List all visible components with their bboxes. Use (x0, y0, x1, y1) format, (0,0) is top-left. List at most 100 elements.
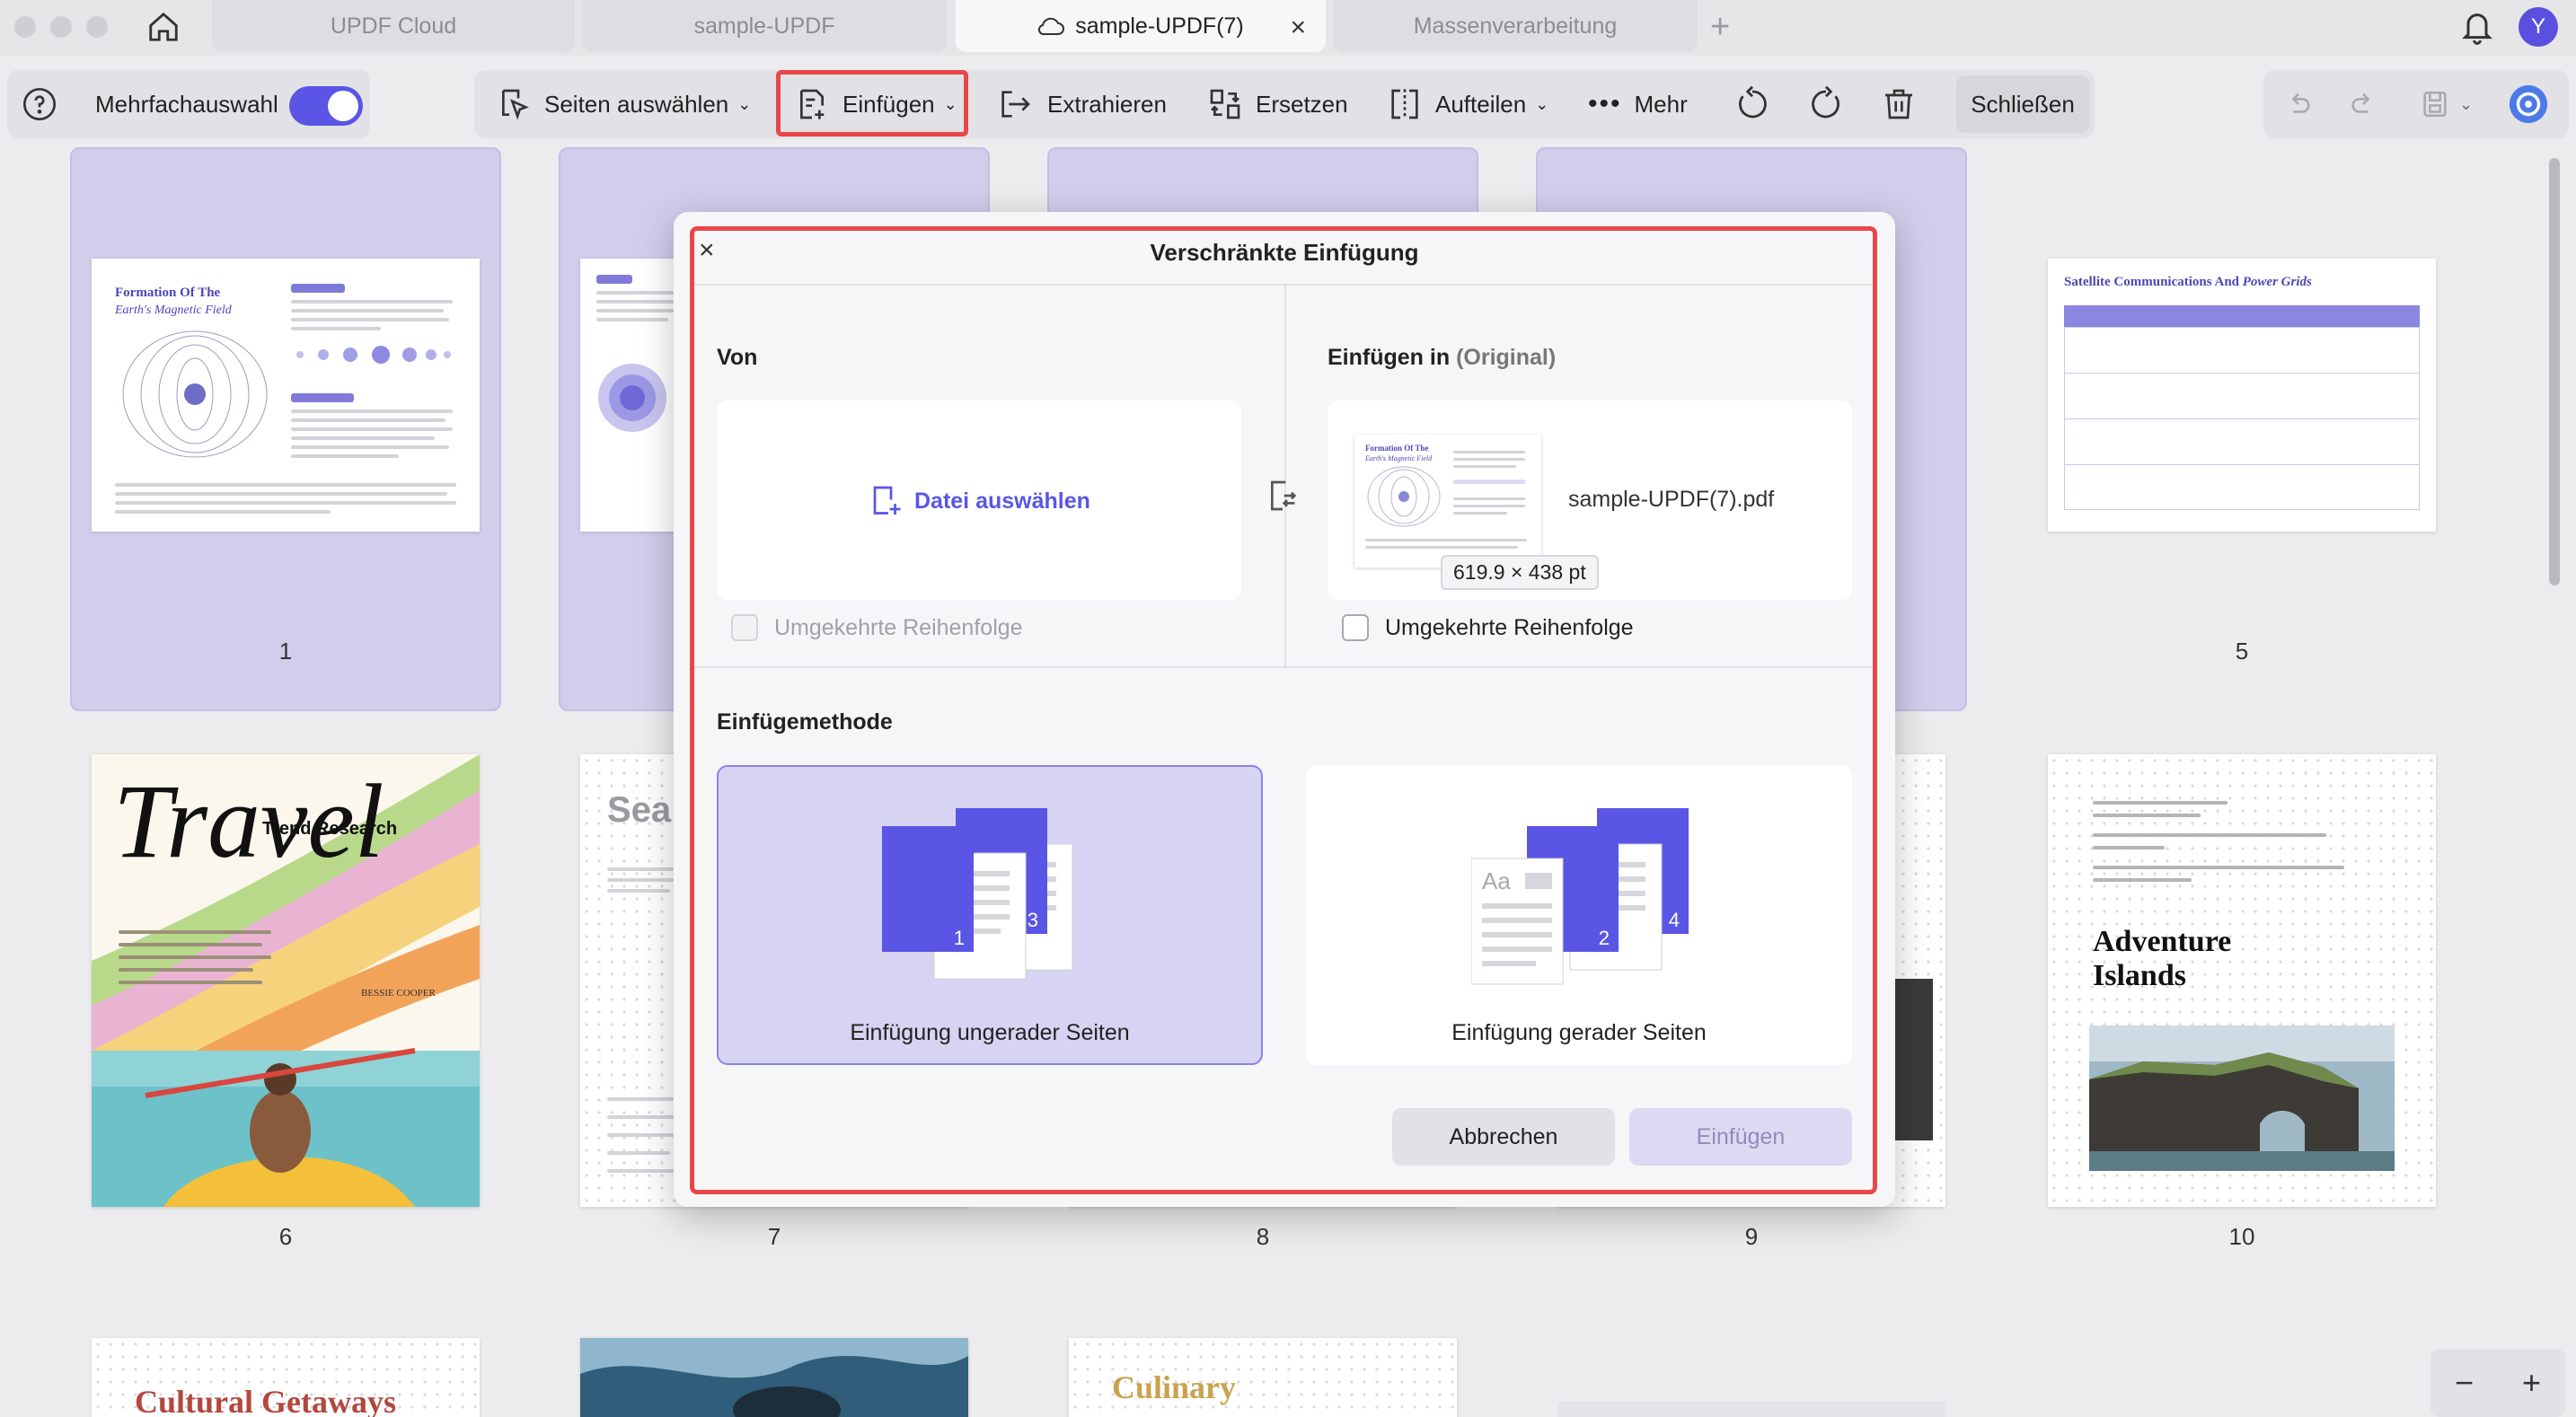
page-thumbnail-6[interactable]: Travel Trend Research BESSIE COOPER (92, 754, 480, 1207)
extract-icon (1001, 91, 1030, 118)
title-bar: UPDF Cloud sample-UPDF sample-UPDF(7) × … (0, 0, 2576, 56)
odd-pages-label: Einfügung ungerader Seiten (850, 1020, 1130, 1045)
page-number-8: 8 (1256, 1223, 1270, 1250)
source-file-dropzone[interactable]: Datei auswählen (717, 400, 1241, 600)
zoom-in-icon[interactable]: + (2522, 1364, 2541, 1402)
page-11-title: Cultural Getaways (135, 1384, 396, 1417)
window-zoom-dot[interactable] (86, 16, 108, 38)
extract-button[interactable]: Extrahieren (995, 70, 1167, 138)
page-thumbnail-1[interactable]: Formation Of The Earth's Magnetic Field (92, 259, 480, 532)
even-pages-illustration: 4 2 Aa (1471, 808, 1689, 985)
confirm-insert-button[interactable]: Einfügen (1629, 1108, 1852, 1166)
even-pages-label: Einfügung gerader Seiten (1451, 1020, 1707, 1045)
chevron-down-icon: ⌄ (737, 94, 752, 113)
window-close-dot[interactable] (14, 16, 36, 38)
tab-label: UPDF Cloud (330, 13, 457, 39)
choose-file-label: Datei auswählen (914, 488, 1090, 514)
undo-icon[interactable] (2283, 70, 2314, 138)
page-number-6: 6 (278, 1223, 293, 1250)
trash-icon[interactable] (1881, 70, 1917, 138)
cloud-icon (1037, 16, 1065, 36)
rotate-left-icon[interactable] (1734, 70, 1771, 138)
tab-sample-updf-7[interactable]: sample-UPDF(7) × (956, 0, 1326, 52)
select-pages-button[interactable]: Seiten auswählen ⌄ (496, 70, 751, 138)
page-10-title: Adventure Islands (2093, 925, 2232, 992)
new-tab-icon[interactable]: + (1710, 7, 1730, 47)
chevron-down-icon: ⌄ (2459, 94, 2474, 113)
even-page-digit-4: 4 (1669, 909, 1680, 931)
choose-file-button[interactable]: Datei auswählen (869, 483, 1090, 519)
page-thumbnail-5[interactable]: Satellite Communications And Power Grids (2048, 259, 2436, 532)
cancel-label: Abbrechen (1449, 1123, 1558, 1149)
multi-select-toggle[interactable] (289, 86, 363, 126)
odd-page-digit-1: 1 (954, 927, 965, 949)
ai-assistant-icon[interactable] (2508, 70, 2549, 138)
page-1-subtitle: Earth's Magnetic Field (115, 304, 232, 317)
page-thumbnail-12[interactable] (580, 1338, 968, 1417)
save-icon[interactable]: ⌄ (2420, 70, 2473, 138)
target-file-thumbnail: Formation Of The Earth's Magnetic Field (1354, 435, 1541, 568)
multi-select-label: Mehrfachauswahl (95, 90, 278, 118)
dialog-title: Verschränkte Einfügung (1150, 239, 1419, 266)
avatar[interactable]: Y (2519, 7, 2558, 47)
thumbnail-title: Formation Of The (1365, 444, 1429, 453)
close-mode-button[interactable]: Schließen (1956, 75, 2089, 133)
home-icon[interactable] (144, 7, 183, 47)
source-reverse-order-checkbox[interactable]: Umgekehrte Reihenfolge (731, 614, 1023, 641)
page-1-title: Formation Of The (115, 286, 221, 300)
island-arch-photo (2089, 1025, 2395, 1171)
checkbox-label: Umgekehrte Reihenfolge (1385, 614, 1634, 640)
split-button[interactable]: Aufteilen ⌄ (1387, 70, 1548, 138)
tab-label: sample-UPDF(7) (1075, 13, 1244, 39)
thumbnail-subtitle: Earth's Magnetic Field (1365, 454, 1433, 462)
page-thumbnail-11[interactable]: Cultural Getaways (92, 1338, 480, 1417)
split-label: Aufteilen (1435, 90, 1527, 118)
toggle-knob (328, 91, 358, 121)
cancel-button[interactable]: Abbrechen (1392, 1108, 1615, 1166)
more-label: Mehr (1634, 90, 1688, 118)
page-6-badge: Trend Research (262, 819, 398, 839)
tab-close-icon[interactable]: × (1290, 13, 1306, 43)
close-mode-label: Schließen (1971, 90, 2075, 118)
split-icon (1391, 89, 1418, 119)
page-13-title: Culinary (1112, 1369, 1237, 1405)
redo-icon[interactable] (2348, 70, 2378, 138)
checkbox-label: Umgekehrte Reihenfolge (774, 614, 1023, 640)
confirm-insert-label: Einfügen (1696, 1123, 1786, 1149)
ocean-photo (580, 1338, 968, 1417)
page-number-10: 10 (2228, 1223, 2255, 1250)
from-heading: Von (717, 345, 758, 370)
page-size-tooltip: 619.9 × 438 pt (1441, 555, 1599, 590)
bell-icon[interactable] (2459, 7, 2495, 51)
page-number-5: 5 (2235, 638, 2249, 664)
tab-batch-processing[interactable]: Massenverarbeitung (1333, 0, 1698, 52)
tab-sample-updf[interactable]: sample-UPDF (582, 0, 947, 52)
section-tag (596, 275, 632, 284)
page-thumbnail-10[interactable]: Adventure Islands (2048, 754, 2436, 1207)
tab-label: Massenverarbeitung (1413, 13, 1618, 39)
odd-pages-option[interactable]: 3 1 Einfügung ungerader Seiten (717, 765, 1263, 1065)
odd-pages-illustration: 3 1 (882, 808, 1073, 979)
page-number-1: 1 (278, 638, 293, 664)
help-icon[interactable] (22, 70, 57, 138)
replace-label: Ersetzen (1256, 90, 1348, 118)
page-number-7: 7 (767, 1223, 781, 1250)
checkbox-box (1342, 614, 1369, 641)
zoom-out-icon[interactable]: − (2455, 1364, 2474, 1402)
more-button[interactable]: ••• Mehr (1588, 70, 1688, 138)
target-reverse-order-checkbox[interactable]: Umgekehrte Reihenfolge (1342, 614, 1634, 641)
window-minimize-dot[interactable] (50, 16, 72, 38)
page-6-author: BESSIE COOPER (361, 988, 436, 999)
tab-updf-cloud[interactable]: UPDF Cloud (212, 0, 575, 52)
replace-button[interactable]: Ersetzen (1207, 70, 1348, 138)
vertical-scrollbar[interactable] (2549, 158, 2560, 585)
swap-files-icon[interactable] (1265, 478, 1301, 514)
chevron-down-icon: ⌄ (1535, 94, 1549, 113)
page-thumbnail-13[interactable]: Culinary (1069, 1338, 1457, 1417)
rotate-right-icon[interactable] (1807, 70, 1845, 138)
page-5-title: Satellite Communications And Power Grids (2064, 275, 2312, 289)
page-thumbnail-14[interactable] (1557, 1401, 1945, 1417)
add-file-icon (873, 486, 901, 515)
select-pages-label: Seiten auswählen (544, 90, 729, 118)
even-pages-option[interactable]: 4 2 Aa Einfügung gerader Seiten (1306, 765, 1852, 1065)
